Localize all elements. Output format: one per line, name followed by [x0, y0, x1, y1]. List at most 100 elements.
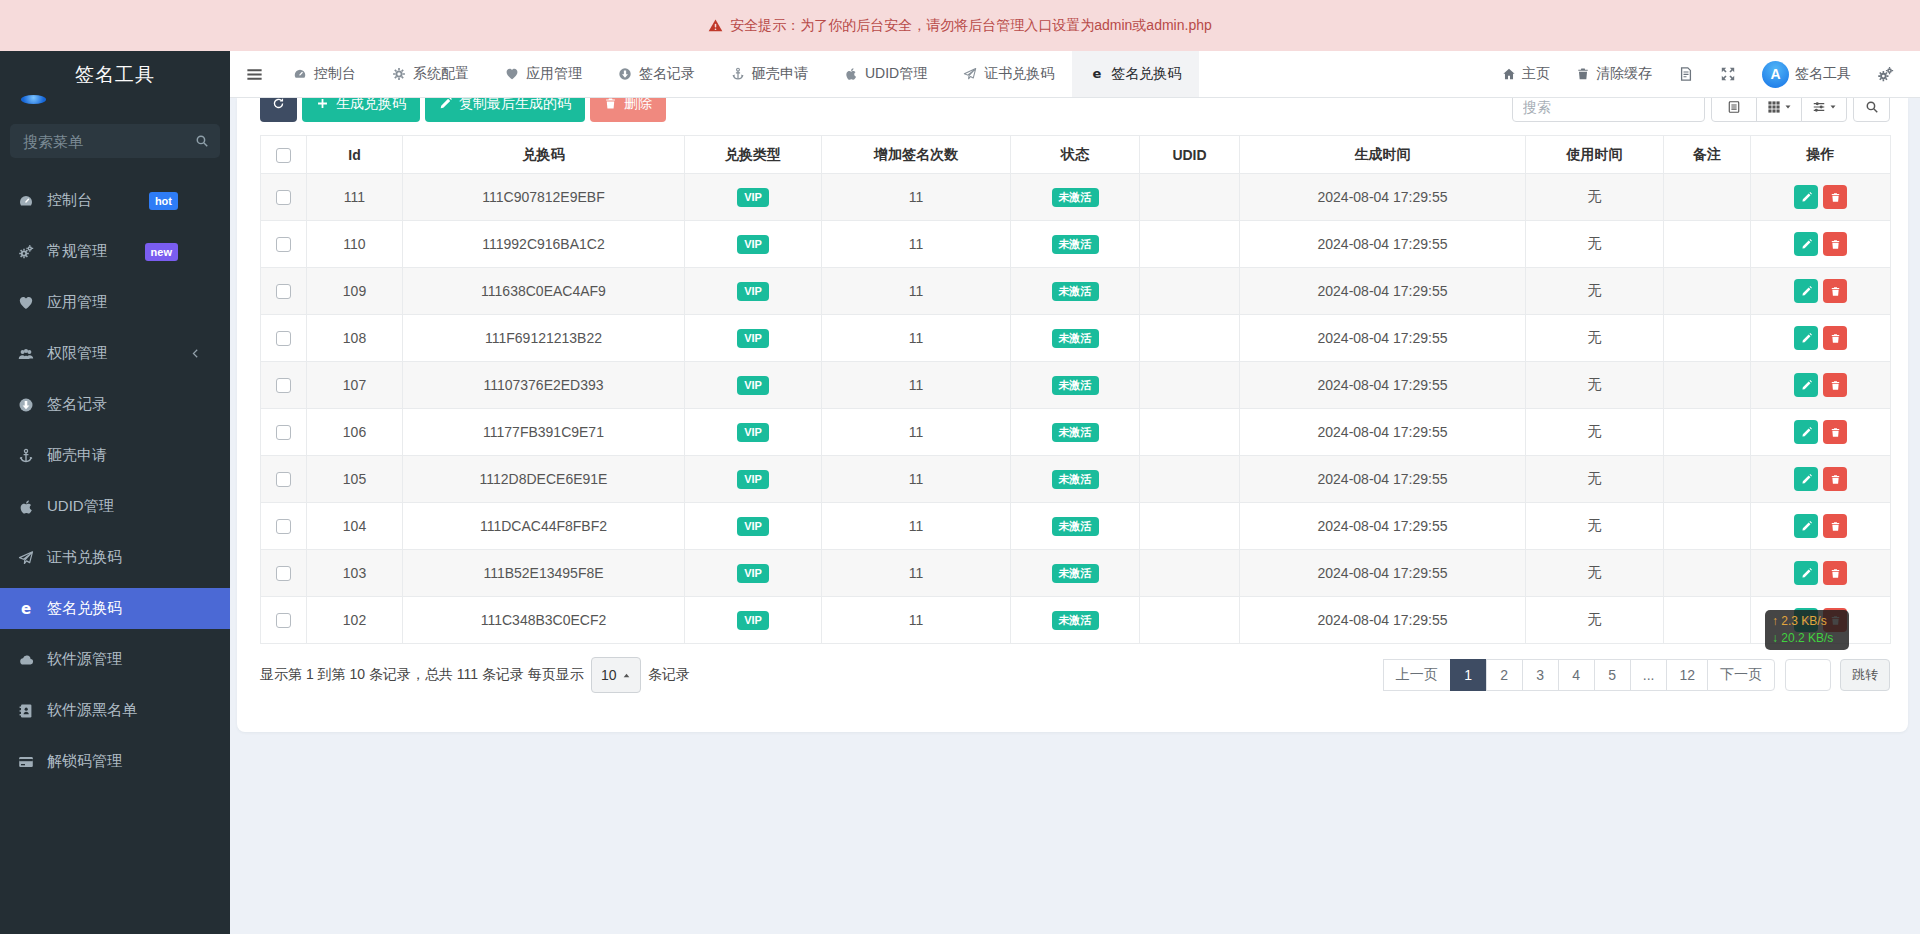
columns-button[interactable]	[1756, 98, 1802, 122]
tab-icon	[963, 67, 977, 81]
delete-row-button[interactable]	[1823, 373, 1847, 397]
row-checkbox[interactable]	[276, 566, 291, 581]
cell-note	[1664, 315, 1751, 362]
page-size-select[interactable]: 10	[591, 657, 641, 693]
row-checkbox[interactable]	[276, 284, 291, 299]
refresh-button[interactable]	[260, 98, 297, 122]
trash-icon	[1830, 474, 1841, 485]
column-header-created: 生成时间	[1240, 136, 1526, 174]
page-button[interactable]: 3	[1522, 659, 1559, 691]
row-checkbox[interactable]	[276, 237, 291, 252]
pagination-switch-button[interactable]	[1711, 98, 1757, 122]
security-alert-banner: 安全提示：为了你的后台安全，请勿将后台管理入口设置为admin或admin.ph…	[0, 0, 1920, 51]
copy-last-code-button[interactable]: 复制最后生成的码	[425, 98, 585, 122]
page-button[interactable]: 2	[1486, 659, 1523, 691]
page-button[interactable]: 下一页	[1707, 659, 1775, 691]
navbar-tab[interactable]: 系统配置	[374, 51, 487, 97]
row-checkbox[interactable]	[276, 331, 291, 346]
top-navbar: 控制台 系统配置 应用管理 签名记录 砸壳申请	[230, 51, 1920, 98]
select-all-checkbox[interactable]	[276, 148, 291, 163]
cell-actions	[1751, 409, 1891, 456]
fullscreen-toggle[interactable]	[1707, 51, 1749, 98]
navbar-tab[interactable]: 签名兑换码	[1072, 51, 1199, 97]
sidebar-item[interactable]: 软件源管理	[0, 639, 230, 680]
delete-row-button[interactable]	[1823, 232, 1847, 256]
edit-button[interactable]	[1794, 279, 1818, 303]
status-badge: 未激活	[1052, 470, 1099, 489]
delete-row-button[interactable]	[1823, 279, 1847, 303]
edit-button[interactable]	[1794, 514, 1818, 538]
search-button[interactable]	[1853, 98, 1890, 122]
navbar-right: 主页 清除缓存 A 签名工具	[1489, 51, 1920, 97]
sidebar-item[interactable]: 砸壳申请	[0, 435, 230, 476]
cell-note	[1664, 503, 1751, 550]
delete-row-button[interactable]	[1823, 467, 1847, 491]
row-checkbox[interactable]	[276, 472, 291, 487]
page-button[interactable]: 12	[1666, 659, 1708, 691]
edit-button[interactable]	[1794, 373, 1818, 397]
sidebar-item[interactable]: 控制台 hot	[0, 180, 230, 221]
page-button[interactable]: ...	[1630, 659, 1668, 691]
edit-button[interactable]	[1794, 561, 1818, 585]
trash-icon	[1830, 239, 1841, 250]
row-checkbox[interactable]	[276, 378, 291, 393]
records-info: 显示第 1 到第 10 条记录，总共 111 条记录 每页显示 10 条记录	[260, 657, 690, 693]
sidebar-item-label: 常规管理	[47, 242, 107, 261]
delete-row-button[interactable]	[1823, 514, 1847, 538]
sidebar-item[interactable]: 权限管理	[0, 333, 230, 374]
sidebar-item[interactable]: 软件源黑名单	[0, 690, 230, 731]
delete-row-button[interactable]	[1823, 420, 1847, 444]
sidebar-item[interactable]: 解锁码管理	[0, 741, 230, 782]
navbar-tab[interactable]: UDID管理	[826, 51, 945, 97]
navbar-tab[interactable]: 控制台	[275, 51, 374, 97]
table-search-input[interactable]	[1512, 98, 1705, 122]
cell-count: 11	[822, 362, 1011, 409]
trash-icon	[1830, 380, 1841, 391]
settings-menu[interactable]	[1864, 51, 1907, 98]
sidebar-item[interactable]: UDID管理	[0, 486, 230, 527]
row-checkbox[interactable]	[276, 425, 291, 440]
cell-created: 2024-08-04 17:29:55	[1240, 362, 1526, 409]
status-badge: 未激活	[1052, 188, 1099, 207]
delete-row-button[interactable]	[1823, 561, 1847, 585]
jump-page-input[interactable]	[1785, 659, 1831, 691]
delete-row-button[interactable]	[1823, 185, 1847, 209]
edit-button[interactable]	[1794, 185, 1818, 209]
navbar-tab[interactable]: 应用管理	[487, 51, 600, 97]
edit-button[interactable]	[1794, 326, 1818, 350]
page-button[interactable]: 5	[1594, 659, 1631, 691]
cell-udid	[1140, 409, 1240, 456]
home-link[interactable]: 主页	[1489, 51, 1563, 98]
tab-label: 签名兑换码	[1111, 65, 1181, 83]
edit-button[interactable]	[1794, 467, 1818, 491]
row-checkbox[interactable]	[276, 519, 291, 534]
clear-cache-link[interactable]: 清除缓存	[1563, 51, 1665, 98]
sidebar-item[interactable]: 证书兑换码	[0, 537, 230, 578]
cell-type: VIP	[685, 550, 822, 597]
navbar-tab[interactable]: 砸壳申请	[713, 51, 826, 97]
edit-button[interactable]	[1794, 420, 1818, 444]
navbar-tab[interactable]: 证书兑换码	[945, 51, 1072, 97]
page-button[interactable]: 上一页	[1383, 659, 1451, 691]
generate-code-button[interactable]: 生成兑换码	[302, 98, 420, 122]
user-menu[interactable]: A 签名工具	[1749, 51, 1864, 98]
sidebar-item[interactable]: 应用管理	[0, 282, 230, 323]
jump-button[interactable]: 跳转	[1840, 659, 1890, 691]
sidebar-search-input[interactable]	[10, 124, 220, 158]
hamburger-menu-icon[interactable]	[245, 65, 264, 84]
sidebar-item[interactable]: 常规管理 new	[0, 231, 230, 272]
export-button[interactable]	[1801, 98, 1847, 122]
sidebar-item-label: 应用管理	[47, 293, 107, 312]
page-button[interactable]: 4	[1558, 659, 1595, 691]
page-button[interactable]: 1	[1450, 659, 1487, 691]
edit-button[interactable]	[1794, 232, 1818, 256]
cell-used: 无	[1526, 362, 1664, 409]
row-checkbox[interactable]	[276, 190, 291, 205]
sidebar-item[interactable]: 签名记录	[0, 384, 230, 425]
sidebar-item[interactable]: 签名兑换码	[0, 588, 230, 629]
docs-link[interactable]	[1665, 51, 1707, 98]
navbar-tab[interactable]: 签名记录	[600, 51, 713, 97]
delete-row-button[interactable]	[1823, 326, 1847, 350]
delete-button[interactable]: 删除	[590, 98, 666, 122]
row-checkbox[interactable]	[276, 613, 291, 628]
